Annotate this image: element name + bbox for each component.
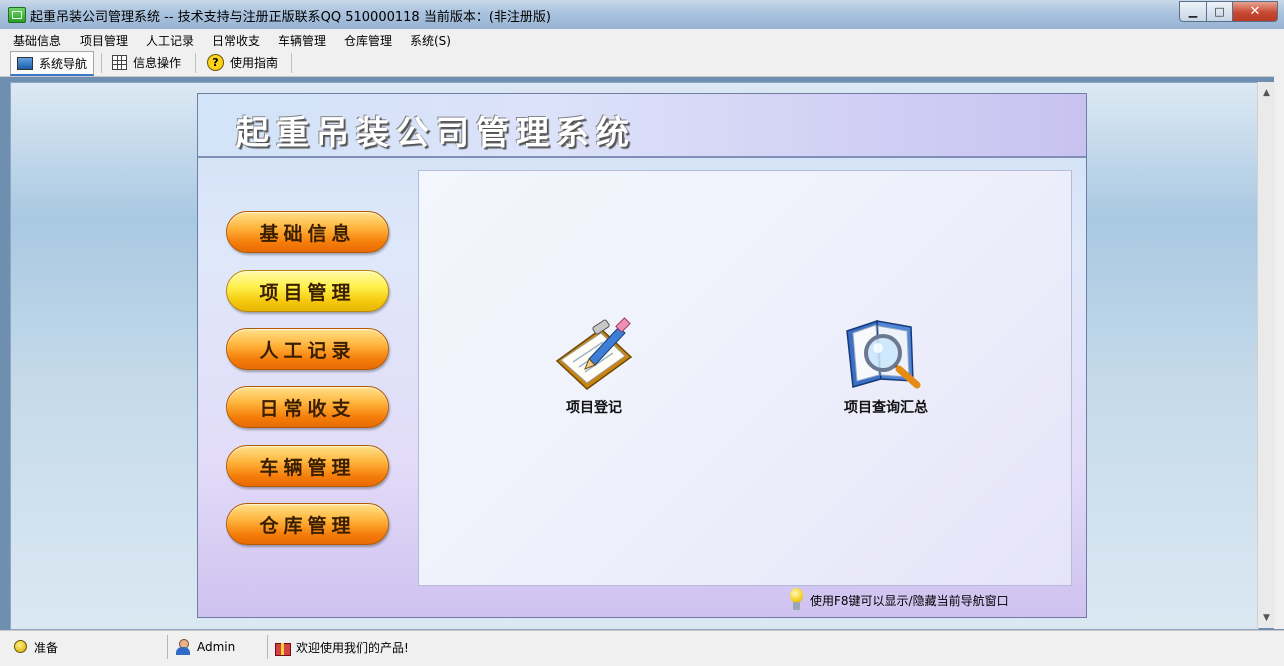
feature-project-registration[interactable]: 项目登记	[549, 317, 639, 417]
status-pane-state: 准备	[12, 635, 58, 659]
f8-hint: 使用F8键可以显示/隐藏当前导航窗口	[788, 588, 1009, 612]
panel-title: 起重吊装公司管理系统	[236, 113, 636, 152]
feature-label: 项目查询汇总	[844, 400, 928, 416]
scroll-down-arrow-icon[interactable]: ▼	[1258, 609, 1275, 626]
tab-system-navigation[interactable]: 系统导航	[10, 51, 95, 76]
menu-item-daily-finance[interactable]: 日常收支	[212, 32, 260, 49]
lightbulb-icon	[788, 588, 806, 612]
status-text: 准备	[34, 640, 59, 655]
help-icon: ?	[207, 53, 224, 71]
nav-button-warehouse-management[interactable]: 仓库管理	[226, 503, 389, 545]
nav-button-basic-info[interactable]: 基础信息	[226, 211, 389, 253]
nav-button-daily-finance[interactable]: 日常收支	[226, 386, 389, 428]
tab-label: 信息操作	[133, 55, 182, 70]
status-pane-user: Admin	[175, 635, 235, 659]
status-pane-message: 欢迎使用我们的产品!	[274, 635, 409, 659]
title-bar: 起重吊装公司管理系统 -- 技术支持与注册正版联系QQ 510000118 当前…	[0, 0, 1284, 30]
minimize-button[interactable]: ▁	[1179, 1, 1207, 22]
menu-item-labor-records[interactable]: 人工记录	[146, 32, 194, 49]
user-icon	[175, 639, 191, 655]
toolbar-separator	[101, 53, 102, 73]
clipboard-pencil-icon	[555, 317, 633, 390]
toolbar-separator	[195, 53, 196, 73]
navigation-panel: 起重吊装公司管理系统 基础信息 项目管理 人工记录 日常收支 车辆管理 仓库管理…	[197, 93, 1087, 618]
status-separator	[167, 635, 168, 659]
panel-header: 起重吊装公司管理系统	[198, 94, 1086, 158]
status-pin-icon	[12, 639, 28, 655]
hint-text: 使用F8键可以显示/隐藏当前导航窗口	[810, 593, 1009, 608]
feature-label: 项目登记	[566, 400, 622, 416]
feature-content-area: 项目登记 项目查询汇总	[418, 170, 1072, 586]
menu-item-system[interactable]: 系统(S)	[410, 32, 451, 49]
tab-label: 使用指南	[230, 55, 279, 70]
scroll-up-arrow-icon[interactable]: ▲	[1258, 84, 1275, 101]
monitor-icon	[17, 56, 33, 70]
window-controls: ▁ □ ✕	[1179, 1, 1278, 22]
status-message: 欢迎使用我们的产品!	[296, 640, 409, 655]
menu-item-project-management[interactable]: 项目管理	[80, 32, 128, 49]
menu-item-warehouse-management[interactable]: 仓库管理	[344, 32, 392, 49]
maximize-button[interactable]: □	[1207, 1, 1233, 22]
tab-user-guide[interactable]: ? 使用指南	[201, 51, 284, 73]
window-frame-right	[1274, 29, 1284, 629]
nav-button-vehicle-management[interactable]: 车辆管理	[226, 445, 389, 487]
tab-label: 系统导航	[39, 56, 88, 71]
menu-item-vehicle-management[interactable]: 车辆管理	[278, 32, 326, 49]
menu-bar: 基础信息 项目管理 人工记录 日常收支 车辆管理 仓库管理 系统(S)	[0, 29, 1284, 49]
menu-item-basic-info[interactable]: 基础信息	[13, 32, 61, 49]
status-separator	[267, 635, 268, 659]
nav-button-project-management[interactable]: 项目管理	[226, 270, 389, 312]
feature-project-query-summary[interactable]: 项目查询汇总	[841, 317, 931, 417]
tab-info-operations[interactable]: 信息操作	[106, 51, 187, 73]
toolbar: 系统导航 信息操作 ? 使用指南	[0, 49, 1284, 77]
book-magnifier-icon	[846, 319, 921, 389]
window-title: 起重吊装公司管理系统 -- 技术支持与注册正版联系QQ 510000118 当前…	[30, 10, 551, 25]
nav-button-labor-records[interactable]: 人工记录	[226, 328, 389, 370]
gift-icon	[274, 639, 291, 656]
app-icon	[8, 7, 26, 23]
grid-icon	[112, 54, 127, 70]
status-bar: 准备 Admin 欢迎使用我们的产品!	[0, 630, 1284, 666]
vertical-scrollbar[interactable]: ▲ ▼	[1257, 82, 1275, 628]
close-button[interactable]: ✕	[1233, 1, 1278, 22]
toolbar-separator	[291, 53, 292, 73]
status-user: Admin	[197, 640, 236, 654]
